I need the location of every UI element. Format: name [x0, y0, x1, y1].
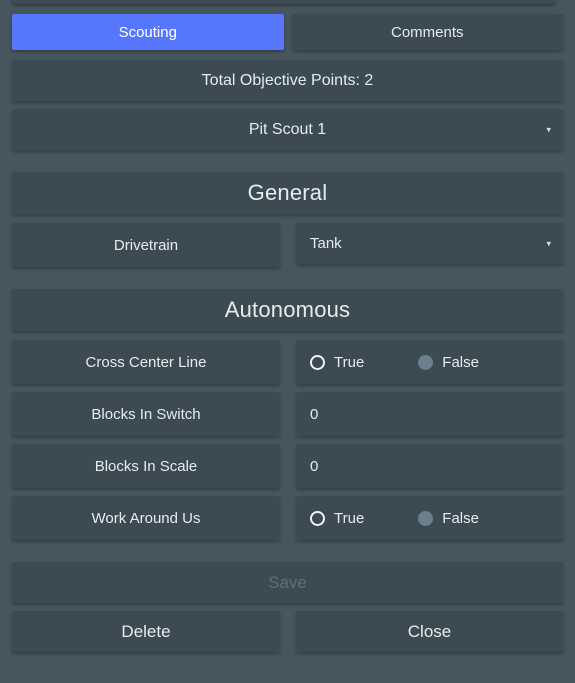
blocks-in-scale-label-text: Blocks In Scale — [94, 457, 198, 475]
save-button[interactable]: Save — [12, 562, 563, 603]
work-around-us-radio-false[interactable]: False — [418, 510, 479, 527]
cross-center-line-row: Cross Center Line True False — [0, 340, 575, 384]
blocks-in-switch-label-text: Blocks In Switch — [91, 405, 201, 423]
section-gap-general — [0, 158, 575, 172]
radio-selected-icon — [418, 510, 434, 526]
drivetrain-select[interactable]: Tank ▾ — [296, 223, 563, 264]
blocks-in-switch-row: Blocks In Switch 0 — [0, 392, 575, 436]
tab-spacer — [284, 14, 292, 50]
total-objective-points-label: Total Objective Points: 2 — [201, 71, 374, 89]
work-around-us-false-label: False — [442, 509, 479, 527]
radio-unselected-icon — [310, 354, 325, 370]
blocks-in-scale-input[interactable]: 0 — [296, 444, 563, 488]
scout-select[interactable]: Pit Scout 1 ▾ — [12, 109, 563, 150]
radio-selected-icon — [418, 354, 434, 370]
work-around-us-row: Work Around Us True False — [0, 496, 575, 540]
close-button-label: Close — [407, 621, 452, 641]
work-around-us-radio-group: True False — [296, 496, 563, 540]
autonomous-section-header: Autonomous — [12, 289, 563, 331]
blocks-in-scale-label: Blocks In Scale — [12, 444, 280, 488]
cross-center-line-label: Cross Center Line — [12, 340, 280, 384]
drivetrain-select-value: Tank — [310, 235, 342, 252]
tab-bar: Scouting Comments — [0, 14, 575, 50]
save-row: Save — [0, 562, 575, 603]
close-button[interactable]: Close — [296, 611, 563, 652]
tab-scouting[interactable]: Scouting — [12, 14, 284, 50]
tab-scouting-label: Scouting — [118, 23, 177, 41]
blocks-in-switch-input[interactable]: 0 — [296, 392, 563, 436]
blocks-in-switch-label: Blocks In Switch — [12, 392, 280, 436]
cross-center-line-label-text: Cross Center Line — [85, 353, 207, 371]
total-points-row: Total Objective Points: 2 — [0, 60, 575, 101]
general-section-header-row: General — [0, 172, 575, 214]
chevron-down-icon: ▾ — [546, 238, 551, 248]
work-around-us-label: Work Around Us — [12, 496, 280, 540]
form-content: Scouting Comments Total Objective Points… — [0, 14, 575, 660]
scout-select-row: Pit Scout 1 ▾ — [0, 109, 575, 150]
drivetrain-row: Drivetrain Tank ▾ — [0, 223, 575, 267]
tab-comments[interactable]: Comments — [291, 14, 563, 50]
general-section-header: General — [12, 172, 563, 214]
work-around-us-radio-true[interactable]: True — [310, 510, 364, 527]
cross-center-line-radio-true[interactable]: True — [310, 354, 364, 371]
pit-scouting-form: Scouting Comments Total Objective Points… — [0, 0, 575, 683]
cross-center-line-true-label: True — [334, 353, 365, 371]
general-section-title: General — [247, 180, 328, 205]
blocks-in-scale-value: 0 — [310, 457, 319, 475]
total-objective-points: Total Objective Points: 2 — [12, 60, 563, 101]
save-button-label: Save — [268, 572, 307, 592]
delete-close-row: Delete Close — [0, 611, 575, 652]
delete-button-label: Delete — [121, 621, 171, 641]
chevron-down-icon: ▾ — [546, 124, 551, 134]
radio-unselected-icon — [310, 510, 325, 526]
work-around-us-label-text: Work Around Us — [91, 509, 201, 527]
autonomous-section-header-row: Autonomous — [0, 289, 575, 331]
scout-select-value: Pit Scout 1 — [248, 120, 327, 138]
actions-gap — [0, 548, 575, 562]
blocks-in-scale-row: Blocks In Scale 0 — [0, 444, 575, 488]
autonomous-section-title: Autonomous — [224, 297, 351, 322]
tab-comments-label: Comments — [390, 23, 464, 41]
cross-center-line-radio-group: True False — [296, 340, 563, 384]
cross-center-line-radio-false[interactable]: False — [418, 354, 479, 371]
drivetrain-label: Drivetrain — [12, 223, 280, 267]
section-gap-autonomous — [0, 275, 575, 289]
work-around-us-true-label: True — [334, 509, 365, 527]
delete-button[interactable]: Delete — [12, 611, 280, 652]
drivetrain-label-text: Drivetrain — [113, 236, 179, 254]
blocks-in-switch-value: 0 — [310, 405, 319, 423]
cross-center-line-false-label: False — [442, 353, 479, 371]
top-panel-edge — [12, 0, 555, 4]
